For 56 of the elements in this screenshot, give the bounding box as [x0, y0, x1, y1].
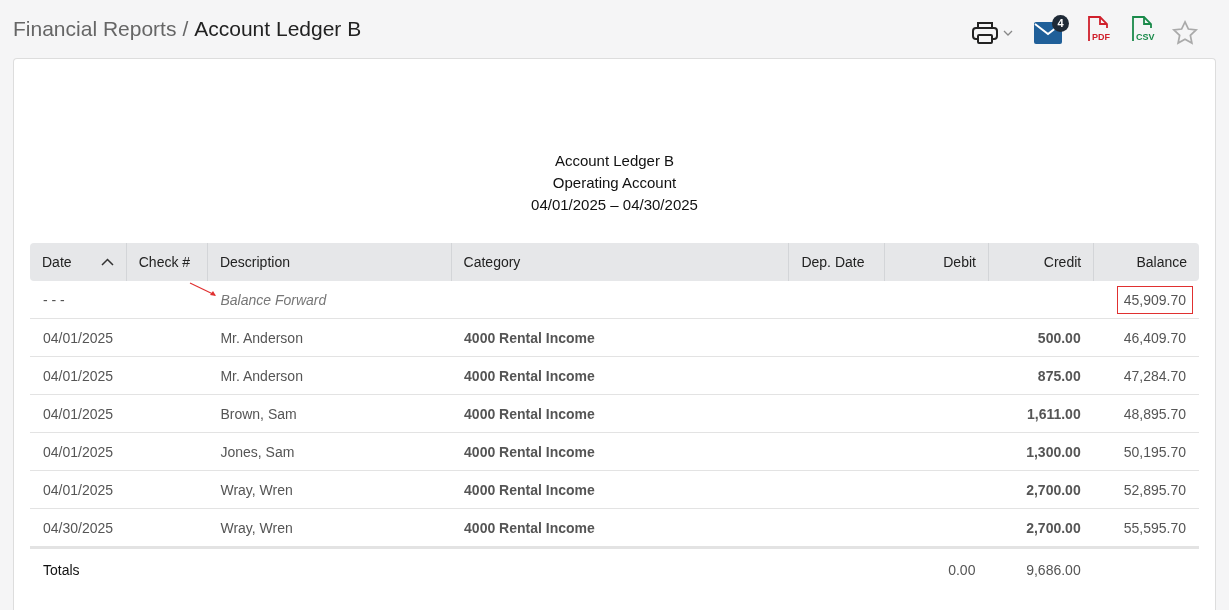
balance-cell-text: 55,595.70: [1122, 518, 1187, 538]
column-header[interactable]: Description: [207, 243, 452, 281]
description-cell: Brown, Sam: [220, 405, 297, 422]
date-cell: 04/01/2025: [43, 405, 114, 422]
mail-count-badge: 4: [1052, 14, 1069, 32]
credit-cell: 875.00: [1037, 367, 1081, 384]
credit-cell: 500.00: [1037, 329, 1081, 346]
report-subtitle: Operating Account: [552, 173, 677, 193]
report-period: 04/01/2025 – 04/30/2025: [531, 195, 698, 215]
description-cell: Mr. Anderson: [220, 329, 303, 346]
sort-up-icon: [100, 258, 114, 266]
column-header[interactable]: Check #: [126, 243, 208, 281]
balance-cell-text: 46,409.70: [1122, 328, 1187, 348]
category-cell: 4000 Rental Income: [464, 443, 595, 460]
column-header[interactable]: Balance: [1093, 243, 1199, 281]
page-title: Account Ledger B: [194, 17, 362, 41]
balance-cell-text: 50,195.70: [1122, 442, 1187, 462]
category-cell: 4000 Rental Income: [464, 481, 595, 498]
balance-cell-text: 48,895.70: [1122, 404, 1187, 424]
date-cell: 04/01/2025: [43, 443, 114, 460]
date-cell: 04/01/2025: [43, 367, 114, 384]
credit-cell: 1,611.00: [1026, 405, 1081, 422]
report-title: Account Ledger B: [554, 151, 675, 171]
description-cell: Wray, Wren: [220, 481, 293, 498]
description-cell: Wray, Wren: [220, 519, 293, 536]
credit-cell: 2,700.00: [1026, 519, 1081, 536]
column-header[interactable]: Date: [30, 243, 127, 281]
date-cell: - - -: [43, 291, 65, 308]
category-cell: 4000 Rental Income: [464, 405, 595, 422]
csv-export-button[interactable]: CSV: [1127, 15, 1157, 43]
pdf-export-button[interactable]: PDF: [1083, 15, 1113, 43]
category-cell: 4000 Rental Income: [464, 519, 595, 536]
category-cell: 4000 Rental Income: [464, 329, 595, 346]
description-cell: Mr. Anderson: [220, 367, 303, 384]
credit-cell: 1,300.00: [1026, 443, 1081, 460]
description-cell: Jones, Sam: [220, 443, 295, 460]
caret-icon: [1003, 29, 1013, 36]
breadcrumb-link[interactable]: Financial Reports: [13, 17, 177, 41]
debit-total: 0.00: [948, 562, 976, 578]
column-header[interactable]: Dep. Date: [788, 243, 885, 281]
column-header[interactable]: Debit: [884, 243, 989, 281]
description-cell: Balance Forward: [220, 291, 327, 308]
balance-cell-text: 47,284.70: [1122, 366, 1187, 386]
date-cell: 04/01/2025: [43, 329, 114, 346]
breadcrumb-separator: /: [182, 17, 189, 41]
balance-cell-text: 52,895.70: [1122, 480, 1187, 500]
column-header[interactable]: Category: [451, 243, 789, 281]
totals-label: Totals: [43, 562, 80, 578]
category-cell: 4000 Rental Income: [464, 367, 595, 384]
highlighted-balance-cell: 45,909.70: [1116, 285, 1193, 314]
credit-cell: 2,700.00: [1026, 481, 1081, 498]
credit-total: 9,686.00: [1026, 562, 1081, 578]
date-cell: 04/30/2025: [43, 519, 114, 536]
printer-icon: [971, 19, 999, 46]
column-header[interactable]: Credit: [988, 243, 1094, 281]
date-cell: 04/01/2025: [43, 481, 114, 498]
